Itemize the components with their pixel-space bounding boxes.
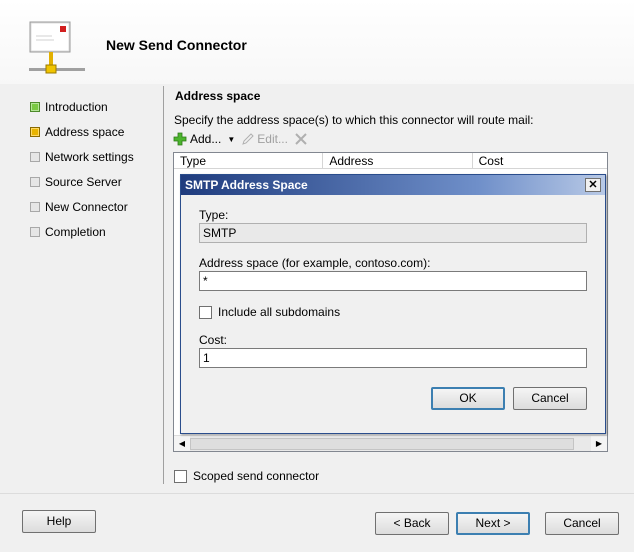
- pencil-icon: [242, 133, 254, 145]
- include-subdomains-checkbox[interactable]: [199, 305, 212, 319]
- scoped-send-connector-label: Scoped send connector: [193, 469, 320, 483]
- current-step-icon: [30, 126, 40, 137]
- remove-button[interactable]: [294, 132, 308, 146]
- address-space-label: Address space (for example, contoso.com)…: [199, 256, 431, 270]
- instruction-text: Specify the address space(s) to which th…: [174, 113, 534, 127]
- back-button[interactable]: < Back: [375, 512, 449, 535]
- step-introduction: Introduction: [30, 94, 160, 119]
- pending-step-icon: [30, 226, 40, 237]
- green-plus-icon: [173, 132, 187, 146]
- grid-header: Type Address Cost: [174, 153, 607, 169]
- scoped-send-connector-checkbox[interactable]: [174, 469, 187, 483]
- column-header-address[interactable]: Address: [323, 153, 473, 168]
- step-label: Source Server: [45, 174, 122, 189]
- pending-step-icon: [30, 201, 40, 212]
- pending-step-icon: [30, 176, 40, 187]
- step-label: Completion: [45, 224, 106, 239]
- include-subdomains-label: Include all subdomains: [218, 305, 341, 319]
- wizard-steps: Introduction Address space Network setti…: [30, 94, 160, 244]
- column-header-cost[interactable]: Cost: [473, 153, 607, 168]
- dialog-title: SMTP Address Space: [185, 178, 308, 192]
- help-button[interactable]: Help: [22, 510, 96, 533]
- pending-step-icon: [30, 151, 40, 162]
- cancel-button[interactable]: Cancel: [545, 512, 619, 535]
- edit-label: Edit...: [257, 132, 288, 146]
- add-label: Add...: [190, 132, 222, 146]
- edit-button[interactable]: Edit...: [241, 132, 288, 146]
- section-title: Address space: [175, 89, 261, 103]
- type-label: Type:: [199, 208, 229, 222]
- footer-divider: [0, 493, 634, 494]
- step-label: New Connector: [45, 199, 128, 214]
- scroll-right-icon[interactable]: ▶: [591, 436, 607, 451]
- wizard-title: New Send Connector: [106, 37, 247, 53]
- step-source-server: Source Server: [30, 169, 160, 194]
- scroll-thumb[interactable]: [190, 437, 574, 450]
- column-header-type[interactable]: Type: [174, 153, 324, 168]
- completed-step-icon: [30, 101, 40, 112]
- address-space-input[interactable]: *: [199, 271, 587, 291]
- mail-connector-icon: [29, 21, 85, 74]
- cost-label: Cost:: [199, 333, 228, 347]
- dialog-cancel-button[interactable]: Cancel: [513, 387, 587, 410]
- step-label: Network settings: [45, 149, 134, 164]
- close-icon[interactable]: ✕: [585, 178, 601, 192]
- cost-input[interactable]: 1: [199, 348, 587, 368]
- step-network-settings: Network settings: [30, 144, 160, 169]
- scroll-track[interactable]: [190, 437, 591, 451]
- include-subdomains-option[interactable]: Include all subdomains: [199, 305, 340, 319]
- dropdown-arrow-icon[interactable]: ▼: [227, 135, 235, 144]
- smtp-address-space-dialog: SMTP Address Space ✕ Type: SMTP Address …: [180, 174, 606, 434]
- add-button[interactable]: Add... ▼: [172, 131, 235, 147]
- horizontal-scrollbar[interactable]: ◀ ▶: [174, 435, 607, 451]
- step-completion: Completion: [30, 219, 160, 244]
- type-field: SMTP: [199, 223, 587, 243]
- step-new-connector: New Connector: [30, 194, 160, 219]
- step-label: Introduction: [45, 99, 108, 114]
- wizard-header: New Send Connector: [0, 0, 634, 84]
- vertical-divider: [163, 86, 164, 484]
- ok-button[interactable]: OK: [431, 387, 505, 410]
- scoped-send-connector-option[interactable]: Scoped send connector: [174, 469, 319, 483]
- step-label: Address space: [45, 124, 125, 139]
- scroll-left-icon[interactable]: ◀: [174, 436, 190, 451]
- delete-x-icon: [295, 133, 307, 145]
- next-button[interactable]: Next >: [456, 512, 530, 535]
- address-toolbar: Add... ▼ Edit...: [172, 130, 314, 148]
- dialog-titlebar: SMTP Address Space ✕: [181, 175, 605, 195]
- step-address-space: Address space: [30, 119, 160, 144]
